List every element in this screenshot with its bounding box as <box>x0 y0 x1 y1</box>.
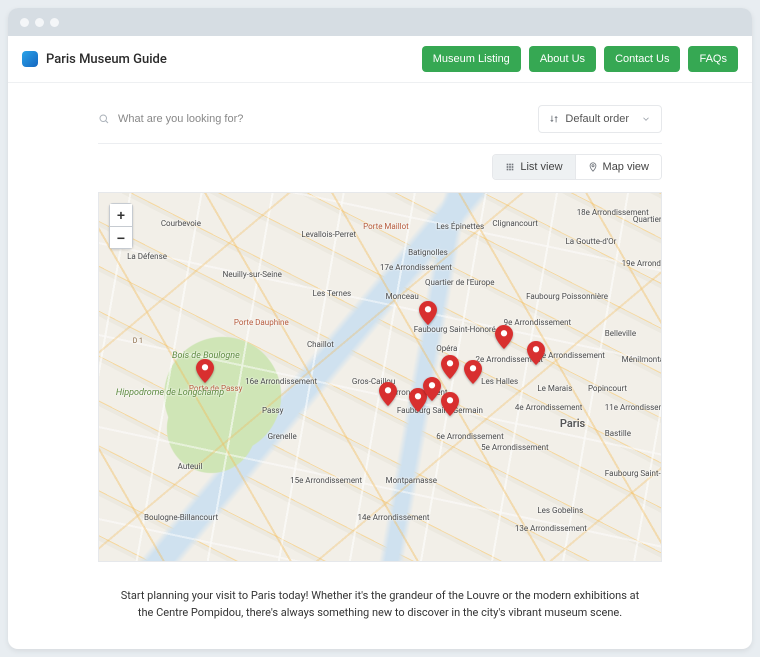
map-label: Montparnasse <box>386 476 437 485</box>
map-label: 15e Arrondissement <box>290 476 362 485</box>
page-content: Default order List view Map view + − <box>8 83 752 649</box>
map-label: 6e Arrondissement <box>436 432 504 441</box>
map-label: Quartier de la Chapelle <box>633 215 662 224</box>
map-label-paris: Paris <box>560 417 585 430</box>
map-label: Ménilmontant <box>622 355 662 364</box>
map-label: Neuilly-sur-Seine <box>223 270 282 279</box>
search-sort-toolbar: Default order <box>98 99 662 144</box>
map-label: Les Épinettes <box>436 222 484 231</box>
map-pin[interactable] <box>527 341 545 365</box>
map-label: Les Ternes <box>313 289 352 298</box>
browser-frame: Paris Museum Guide Museum Listing About … <box>8 8 752 649</box>
map-label: Opéra <box>436 344 457 353</box>
map-label: 13e Arrondissement <box>515 524 587 533</box>
map-label: Boulogne-Billancourt <box>144 513 218 522</box>
map-label: Bastille <box>605 429 631 438</box>
map-label: Quartier de l'Europe <box>425 278 495 287</box>
window-dot <box>20 18 29 27</box>
search-wrap <box>98 113 538 125</box>
map-label: 4e Arrondissement <box>515 403 583 412</box>
map-label: 9e Arrondissement <box>504 318 572 327</box>
map-label: 14e Arrondissement <box>358 513 430 522</box>
map-view-label: Map view <box>603 161 649 173</box>
map-label: Auteuil <box>178 462 203 471</box>
sort-dropdown[interactable]: Default order <box>538 105 662 133</box>
map-pin[interactable] <box>423 377 441 401</box>
map-label: La Goutte-d'Or <box>565 237 616 246</box>
search-icon <box>98 113 110 125</box>
zoom-controls: + − <box>109 203 133 249</box>
nav-about-us[interactable]: About Us <box>529 46 596 72</box>
zoom-out-button[interactable]: − <box>110 226 132 248</box>
map-label: Courbevoie <box>161 219 201 228</box>
sort-label: Default order <box>565 113 629 125</box>
map-label: Batignolles <box>408 248 448 257</box>
map-pin[interactable] <box>419 301 437 325</box>
brand-logo-icon <box>22 51 38 67</box>
primary-nav: Museum Listing About Us Contact Us FAQs <box>422 46 738 72</box>
map-label: Passy <box>262 406 283 415</box>
map-label: 17e Arrondissement <box>380 263 452 272</box>
map-view-button[interactable]: Map view <box>575 155 661 179</box>
list-view-button[interactable]: List view <box>493 155 574 179</box>
map-label: La Défense <box>127 252 167 261</box>
map-label: Popincourt <box>588 384 627 393</box>
map-label: Faubourg Poissonnière <box>526 292 608 301</box>
map-label: Levallois-Perret <box>301 230 356 239</box>
map-pin[interactable] <box>464 360 482 384</box>
map-label: 5e Arrondissement <box>481 443 549 452</box>
nav-contact-us[interactable]: Contact Us <box>604 46 680 72</box>
map-label: Faubourg Saint-Antoine <box>605 469 662 478</box>
map-label: Faubourg Saint-Honoré <box>414 325 496 334</box>
map-label: 16e Arrondissement <box>245 377 317 386</box>
map-label: Belleville <box>605 329 636 338</box>
map-pin[interactable] <box>441 355 459 379</box>
map-pin[interactable] <box>379 382 397 406</box>
map-label: D 1 <box>133 337 143 345</box>
map-label: 3e Arrondissement <box>537 351 605 360</box>
search-input[interactable] <box>118 113 538 125</box>
map-label: Porte de Passy <box>189 384 242 393</box>
sort-icon <box>549 114 559 124</box>
map-label: Le Marais <box>537 384 572 393</box>
map-label: Porte Maillot <box>363 222 409 231</box>
map-label: Les Gobelins <box>537 506 583 515</box>
map-label: Hippodrome de Longchamp <box>116 388 224 398</box>
view-toggle-row: List view Map view <box>98 154 662 180</box>
window-dot <box>35 18 44 27</box>
chevron-down-icon <box>641 114 651 124</box>
map-label: Clignancourt <box>492 219 537 228</box>
zoom-in-button[interactable]: + <box>110 204 132 226</box>
list-view-label: List view <box>520 161 562 173</box>
map-pin-icon <box>588 162 598 172</box>
nav-museum-listing[interactable]: Museum Listing <box>422 46 521 72</box>
view-toggle: List view Map view <box>492 154 662 180</box>
window-dot <box>50 18 59 27</box>
map-label: Porte Dauphine <box>234 318 289 327</box>
nav-faqs[interactable]: FAQs <box>688 46 738 72</box>
map-label: 11e Arrondissement <box>605 403 662 412</box>
brand[interactable]: Paris Museum Guide <box>22 51 167 67</box>
map-label: Chaillot <box>307 340 334 349</box>
map-label: Monceau <box>386 292 419 301</box>
site-header: Paris Museum Guide Museum Listing About … <box>8 36 752 83</box>
map-label: Les Halles <box>481 377 518 386</box>
brand-title: Paris Museum Guide <box>46 52 167 67</box>
map-pin[interactable] <box>495 325 513 349</box>
map-pin[interactable] <box>196 359 214 383</box>
promo-blurb: Start planning your visit to Paris today… <box>98 588 662 621</box>
list-icon <box>505 162 515 172</box>
map-label: 18e Arrondissement <box>577 208 649 217</box>
window-controls <box>8 8 752 36</box>
map-pin[interactable] <box>441 392 459 416</box>
map-canvas[interactable]: + − Paris Courbevoie La Défense Levalloi… <box>98 192 662 562</box>
map-label: Grenelle <box>268 432 297 441</box>
map-label: 19e Arrondissement <box>622 259 662 268</box>
